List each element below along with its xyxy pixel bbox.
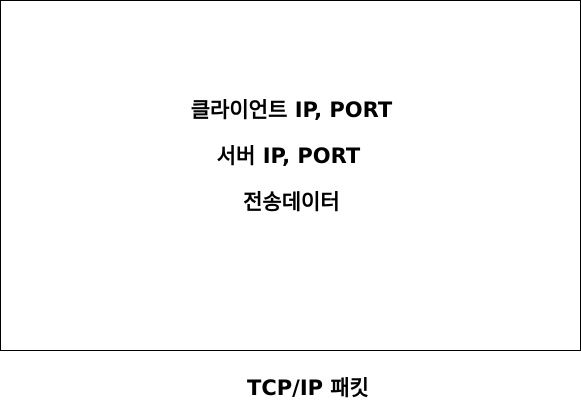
client-ip-port-label: 클라이언트 IP, PORT	[190, 98, 393, 122]
diagram-caption: TCP/IP 패킷	[247, 376, 369, 400]
packet-box: 클라이언트 IP, PORT 서버 IP, PORT 전송데이터	[0, 0, 581, 351]
transfer-data-label: 전송데이터	[243, 190, 340, 214]
server-ip-port-label: 서버 IP, PORT	[216, 144, 361, 168]
